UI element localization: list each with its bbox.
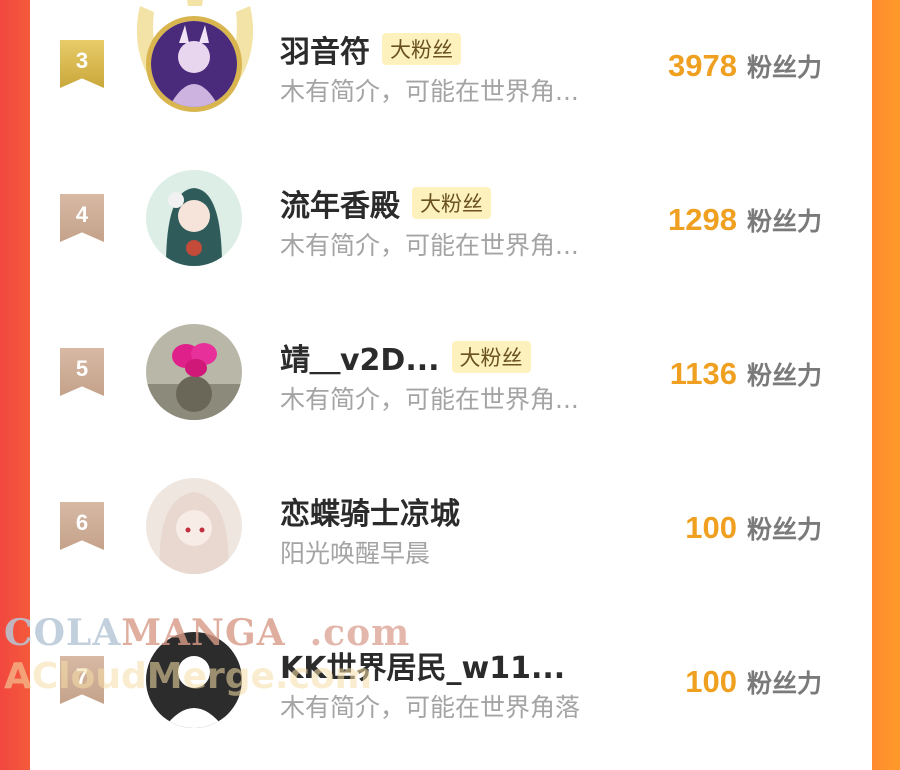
fan-description: 木有简介，可能在世界角落 [280,693,581,722]
fan-name-text: 流年香殿 [280,189,400,224]
list-item[interactable]: 6 恋蝶骑士凉城 阳光唤醒早晨 100 粉丝力 [30,462,872,616]
fan-score-unit: 粉丝力 [746,361,822,390]
fan-name-text: 恋蝶骑士凉城 [280,497,460,532]
list-item[interactable]: 5 靖＿v2D... 大粉丝 木有简介，可能在世界角... 1136 粉丝力 [30,308,872,462]
fan-score: 3978 粉丝力 [668,48,822,84]
rank-badge: 3 [60,40,104,88]
avatar[interactable] [146,632,242,728]
fan-score-value: 1298 [668,202,737,237]
fan-score: 1298 粉丝力 [668,202,822,238]
fan-score-unit: 粉丝力 [746,669,822,698]
rank-badge: 6 [60,502,104,550]
avatar[interactable] [146,16,242,112]
fan-score-unit: 粉丝力 [746,207,822,236]
list-item[interactable]: 7 KK世界居民_w11... 木有简介，可能在世界角落 100 粉丝力 [30,616,872,770]
fan-score-value: 1136 [669,356,737,391]
fan-score: 1136 粉丝力 [670,356,822,392]
fan-score: 100 粉丝力 [685,510,822,546]
fan-score: 100 粉丝力 [685,664,822,700]
fan-description: 木有简介，可能在世界角... [280,385,579,414]
fan-description: 木有简介，可能在世界角... [280,231,579,260]
fan-level-badge: 大粉丝 [382,33,461,65]
fan-name-text: KK世界居民_w11... [280,651,566,686]
fan-score-unit: 粉丝力 [746,515,822,544]
fan-name-text: 靖＿v2D... [280,343,440,378]
fan-ranking-list: 3 羽音符 大粉丝 木有简介，可能在世界角... 3978 粉丝力 4 流年香殿… [30,0,872,728]
avatar[interactable] [146,478,242,574]
fan-name: 羽音符 大粉丝 [280,27,461,71]
fan-score-value: 3978 [668,48,737,83]
fan-description: 木有简介，可能在世界角... [280,77,579,106]
avatar[interactable] [146,170,242,266]
fan-name: 靖＿v2D... 大粉丝 [280,335,531,379]
fan-description: 阳光唤醒早晨 [280,539,431,568]
fan-score-value: 100 [685,664,737,699]
fan-level-badge: 大粉丝 [451,341,531,373]
fan-score-unit: 粉丝力 [746,53,822,82]
fan-score-value: 100 [685,510,737,545]
fan-name: 恋蝶骑士凉城 [280,489,460,533]
avatar-image [146,478,242,574]
avatar-image [146,324,242,420]
list-item[interactable]: 3 羽音符 大粉丝 木有简介，可能在世界角... 3978 粉丝力 [30,0,872,154]
list-item[interactable]: 4 流年香殿 大粉丝 木有简介，可能在世界角... 1298 粉丝力 [30,154,872,308]
rank-badge: 7 [60,656,104,704]
avatar[interactable] [146,324,242,420]
rank-badge: 5 [60,348,104,396]
avatar-image [151,21,237,107]
avatar-image [146,632,242,728]
fan-name: 流年香殿 大粉丝 [280,181,491,225]
rank-badge: 4 [60,194,104,242]
fan-name-text: 羽音符 [280,35,370,70]
avatar-image [146,170,242,266]
fan-level-badge: 大粉丝 [412,187,491,219]
fan-name: KK世界居民_w11... [280,643,565,687]
